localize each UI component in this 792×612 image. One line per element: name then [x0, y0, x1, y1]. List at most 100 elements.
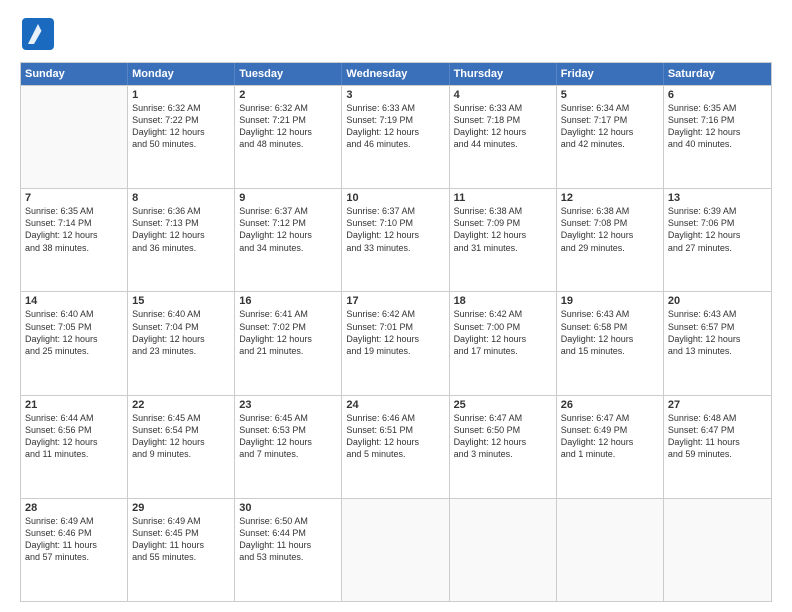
- cell-line: Daylight: 11 hours: [668, 436, 767, 448]
- cell-line: Sunrise: 6:45 AM: [239, 412, 337, 424]
- cell-line: Sunset: 7:00 PM: [454, 321, 552, 333]
- cell-line: and 13 minutes.: [668, 345, 767, 357]
- weekday-header-tuesday: Tuesday: [235, 63, 342, 85]
- cell-line: Sunrise: 6:49 AM: [132, 515, 230, 527]
- weekday-header-monday: Monday: [128, 63, 235, 85]
- cell-line: Sunset: 7:19 PM: [346, 114, 444, 126]
- calendar-row-0: 1 Sunrise: 6:32 AM Sunset: 7:22 PM Daylight…: [21, 85, 771, 188]
- cell-line: Sunset: 6:45 PM: [132, 527, 230, 539]
- cell-line: and 7 minutes.: [239, 448, 337, 460]
- day-cell-29: 29Sunrise: 6:49 AMSunset: 6:45 PMDayligh…: [128, 499, 235, 601]
- cell-line: Sunrise: 6:41 AM: [239, 308, 337, 320]
- day-number: 17: [346, 295, 444, 307]
- day-number: 12: [561, 192, 659, 204]
- cell-line: Sunrise: 6:32 AM: [239, 102, 337, 114]
- cell-line: and 21 minutes.: [239, 345, 337, 357]
- day-cell-1: 1Sunrise: 6:32 AMSunset: 7:22 PMDaylight…: [128, 86, 235, 188]
- day-cell-12: 12Sunrise: 6:38 AMSunset: 7:08 PMDayligh…: [557, 189, 664, 291]
- cell-line: Sunset: 7:08 PM: [561, 217, 659, 229]
- day-cell-7: 7Sunrise: 6:35 AMSunset: 7:14 PMDaylight…: [21, 189, 128, 291]
- day-cell-30: 30Sunrise: 6:50 AMSunset: 6:44 PMDayligh…: [235, 499, 342, 601]
- day-number: 26: [561, 399, 659, 411]
- cell-line: and 36 minutes.: [132, 242, 230, 254]
- cell-line: Daylight: 11 hours: [132, 539, 230, 551]
- cell-line: and 44 minutes.: [454, 138, 552, 150]
- cell-line: Daylight: 12 hours: [346, 126, 444, 138]
- day-number: 16: [239, 295, 337, 307]
- weekday-header-sunday: Sunday: [21, 63, 128, 85]
- cell-line: Sunrise: 6:35 AM: [25, 205, 123, 217]
- cell-line: Daylight: 12 hours: [25, 333, 123, 345]
- cell-line: Sunset: 7:09 PM: [454, 217, 552, 229]
- day-number: 1: [132, 89, 230, 101]
- day-number: 4: [454, 89, 552, 101]
- cell-line: Daylight: 12 hours: [561, 436, 659, 448]
- cell-line: Sunset: 7:18 PM: [454, 114, 552, 126]
- day-number: 5: [561, 89, 659, 101]
- cell-line: Sunrise: 6:40 AM: [132, 308, 230, 320]
- day-cell-6: 6Sunrise: 6:35 AMSunset: 7:16 PMDaylight…: [664, 86, 771, 188]
- cell-line: Sunrise: 6:42 AM: [346, 308, 444, 320]
- cell-line: and 53 minutes.: [239, 551, 337, 563]
- day-number: 15: [132, 295, 230, 307]
- cell-line: Sunrise: 6:43 AM: [668, 308, 767, 320]
- day-number: 8: [132, 192, 230, 204]
- day-number: 22: [132, 399, 230, 411]
- cell-line: Daylight: 11 hours: [239, 539, 337, 551]
- empty-cell: [342, 499, 449, 601]
- day-number: 29: [132, 502, 230, 514]
- cell-line: and 1 minute.: [561, 448, 659, 460]
- day-cell-18: 18Sunrise: 6:42 AMSunset: 7:00 PMDayligh…: [450, 292, 557, 394]
- cell-line: and 27 minutes.: [668, 242, 767, 254]
- cell-line: Daylight: 12 hours: [454, 126, 552, 138]
- cell-line: and 15 minutes.: [561, 345, 659, 357]
- day-cell-4: 4Sunrise: 6:33 AMSunset: 7:18 PMDaylight…: [450, 86, 557, 188]
- cell-line: Sunrise: 6:40 AM: [25, 308, 123, 320]
- weekday-header-thursday: Thursday: [450, 63, 557, 85]
- day-cell-3: 3Sunrise: 6:33 AMSunset: 7:19 PMDaylight…: [342, 86, 449, 188]
- cell-line: Sunset: 6:57 PM: [668, 321, 767, 333]
- cell-line: and 55 minutes.: [132, 551, 230, 563]
- calendar-row-1: 7Sunrise: 6:35 AMSunset: 7:14 PMDaylight…: [21, 188, 771, 291]
- day-cell-2: 2Sunrise: 6:32 AMSunset: 7:21 PMDaylight…: [235, 86, 342, 188]
- day-cell-15: 15Sunrise: 6:40 AMSunset: 7:04 PMDayligh…: [128, 292, 235, 394]
- day-number: 20: [668, 295, 767, 307]
- cell-line: Daylight: 12 hours: [454, 436, 552, 448]
- cell-line: and 29 minutes.: [561, 242, 659, 254]
- calendar-row-2: 14Sunrise: 6:40 AMSunset: 7:05 PMDayligh…: [21, 291, 771, 394]
- cell-line: Daylight: 12 hours: [346, 333, 444, 345]
- day-cell-23: 23Sunrise: 6:45 AMSunset: 6:53 PMDayligh…: [235, 396, 342, 498]
- cell-line: Daylight: 12 hours: [346, 229, 444, 241]
- weekday-header-saturday: Saturday: [664, 63, 771, 85]
- day-cell-22: 22Sunrise: 6:45 AMSunset: 6:54 PMDayligh…: [128, 396, 235, 498]
- cell-line: Daylight: 12 hours: [132, 333, 230, 345]
- day-number: 18: [454, 295, 552, 307]
- cell-line: Daylight: 12 hours: [25, 436, 123, 448]
- cell-line: and 23 minutes.: [132, 345, 230, 357]
- cell-line: and 9 minutes.: [132, 448, 230, 460]
- cell-line: Daylight: 12 hours: [454, 229, 552, 241]
- cell-line: and 33 minutes.: [346, 242, 444, 254]
- day-number: 13: [668, 192, 767, 204]
- day-cell-5: 5Sunrise: 6:34 AMSunset: 7:17 PMDaylight…: [557, 86, 664, 188]
- header: [20, 16, 772, 52]
- day-cell-11: 11Sunrise: 6:38 AMSunset: 7:09 PMDayligh…: [450, 189, 557, 291]
- day-number: 9: [239, 192, 337, 204]
- cell-line: and 19 minutes.: [346, 345, 444, 357]
- cell-line: Sunset: 6:44 PM: [239, 527, 337, 539]
- day-cell-13: 13Sunrise: 6:39 AMSunset: 7:06 PMDayligh…: [664, 189, 771, 291]
- cell-line: Sunrise: 6:38 AM: [561, 205, 659, 217]
- cell-line: Sunset: 6:46 PM: [25, 527, 123, 539]
- cell-line: Sunset: 7:22 PM: [132, 114, 230, 126]
- cell-line: Sunrise: 6:45 AM: [132, 412, 230, 424]
- day-cell-10: 10Sunrise: 6:37 AMSunset: 7:10 PMDayligh…: [342, 189, 449, 291]
- empty-cell: [450, 499, 557, 601]
- day-cell-17: 17Sunrise: 6:42 AMSunset: 7:01 PMDayligh…: [342, 292, 449, 394]
- day-cell-25: 25Sunrise: 6:47 AMSunset: 6:50 PMDayligh…: [450, 396, 557, 498]
- day-number: 10: [346, 192, 444, 204]
- cell-line: Sunset: 6:58 PM: [561, 321, 659, 333]
- cell-line: and 34 minutes.: [239, 242, 337, 254]
- cell-line: Daylight: 12 hours: [239, 436, 337, 448]
- day-number: 21: [25, 399, 123, 411]
- page: SundayMondayTuesdayWednesdayThursdayFrid…: [0, 0, 792, 612]
